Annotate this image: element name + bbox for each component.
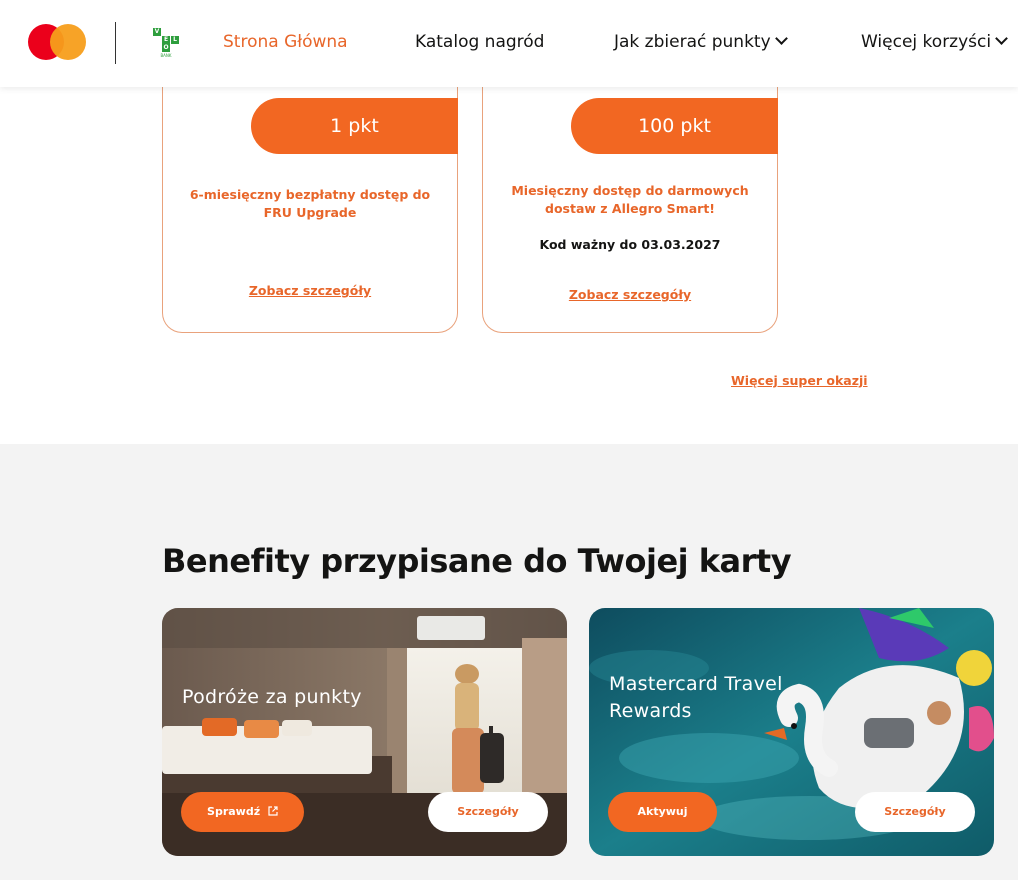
nav-label: Katalog nagród — [415, 32, 545, 52]
velo-letter: E — [162, 36, 170, 44]
mastercard-logo[interactable] — [28, 24, 86, 60]
nav-label: Jak zbierać punkty — [614, 32, 771, 52]
velobank-logo[interactable]: V E L O BANK — [153, 28, 179, 58]
activate-button[interactable]: Aktywuj — [608, 792, 717, 832]
velo-letter: L — [171, 36, 179, 44]
velo-bank-caption: BANK — [160, 53, 172, 58]
nav-more-benefits[interactable]: Więcej korzyści — [861, 32, 1008, 52]
benefit-card-travel: Podróże za punkty Sprawdź Szczegóły — [162, 608, 567, 856]
points-badge: 100 pkt — [571, 98, 778, 154]
chevron-down-icon — [774, 32, 788, 45]
points-badge: 1 pkt — [251, 98, 458, 154]
benefit-title: Mastercard Travel Rewards — [609, 673, 783, 722]
logo-divider — [115, 22, 116, 64]
benefit-card-travel-rewards: Mastercard Travel Rewards Aktywuj Szczeg… — [589, 608, 994, 856]
nav-how-to-earn[interactable]: Jak zbierać punkty — [614, 32, 788, 52]
details-button[interactable]: Szczegóły — [855, 792, 975, 832]
nav-label: Strona Główna — [223, 32, 348, 52]
external-link-icon — [268, 806, 278, 816]
more-offers-link[interactable]: Więcej super okazji — [731, 373, 868, 388]
page: 1 pkt 6-miesięczny bezpłatny dostęp do F… — [0, 0, 1018, 880]
velo-letter: V — [153, 28, 161, 36]
offer-title: 6-miesięczny bezpłatny dostęp do FRU Upg… — [189, 187, 431, 220]
nav-home[interactable]: Strona Główna — [223, 32, 348, 52]
nav-rewards-catalog[interactable]: Katalog nagród — [415, 32, 544, 52]
offer-details-link[interactable]: Zobacz szczegóły — [162, 283, 458, 298]
offer-details-link[interactable]: Zobacz szczegóły — [482, 287, 778, 302]
section-title: Benefity przypisane do Twojej karty — [162, 542, 792, 580]
velo-letter: O — [162, 44, 170, 52]
offer-title: Miesięczny dostęp do darmowych dostaw z … — [511, 183, 749, 216]
check-button[interactable]: Sprawdź — [181, 792, 304, 832]
chevron-down-icon — [995, 32, 1008, 45]
nav-label: Więcej korzyści — [861, 32, 992, 52]
button-label: Sprawdź — [207, 805, 261, 818]
offer-code-validity: Kod ważny do 03.03.2027 — [539, 237, 721, 252]
details-button[interactable]: Szczegóły — [428, 792, 548, 832]
benefit-title: Podróże za punkty — [182, 686, 362, 708]
top-navigation-bar: V E L O BANK Strona Główna Katalog nagró… — [0, 0, 1018, 87]
